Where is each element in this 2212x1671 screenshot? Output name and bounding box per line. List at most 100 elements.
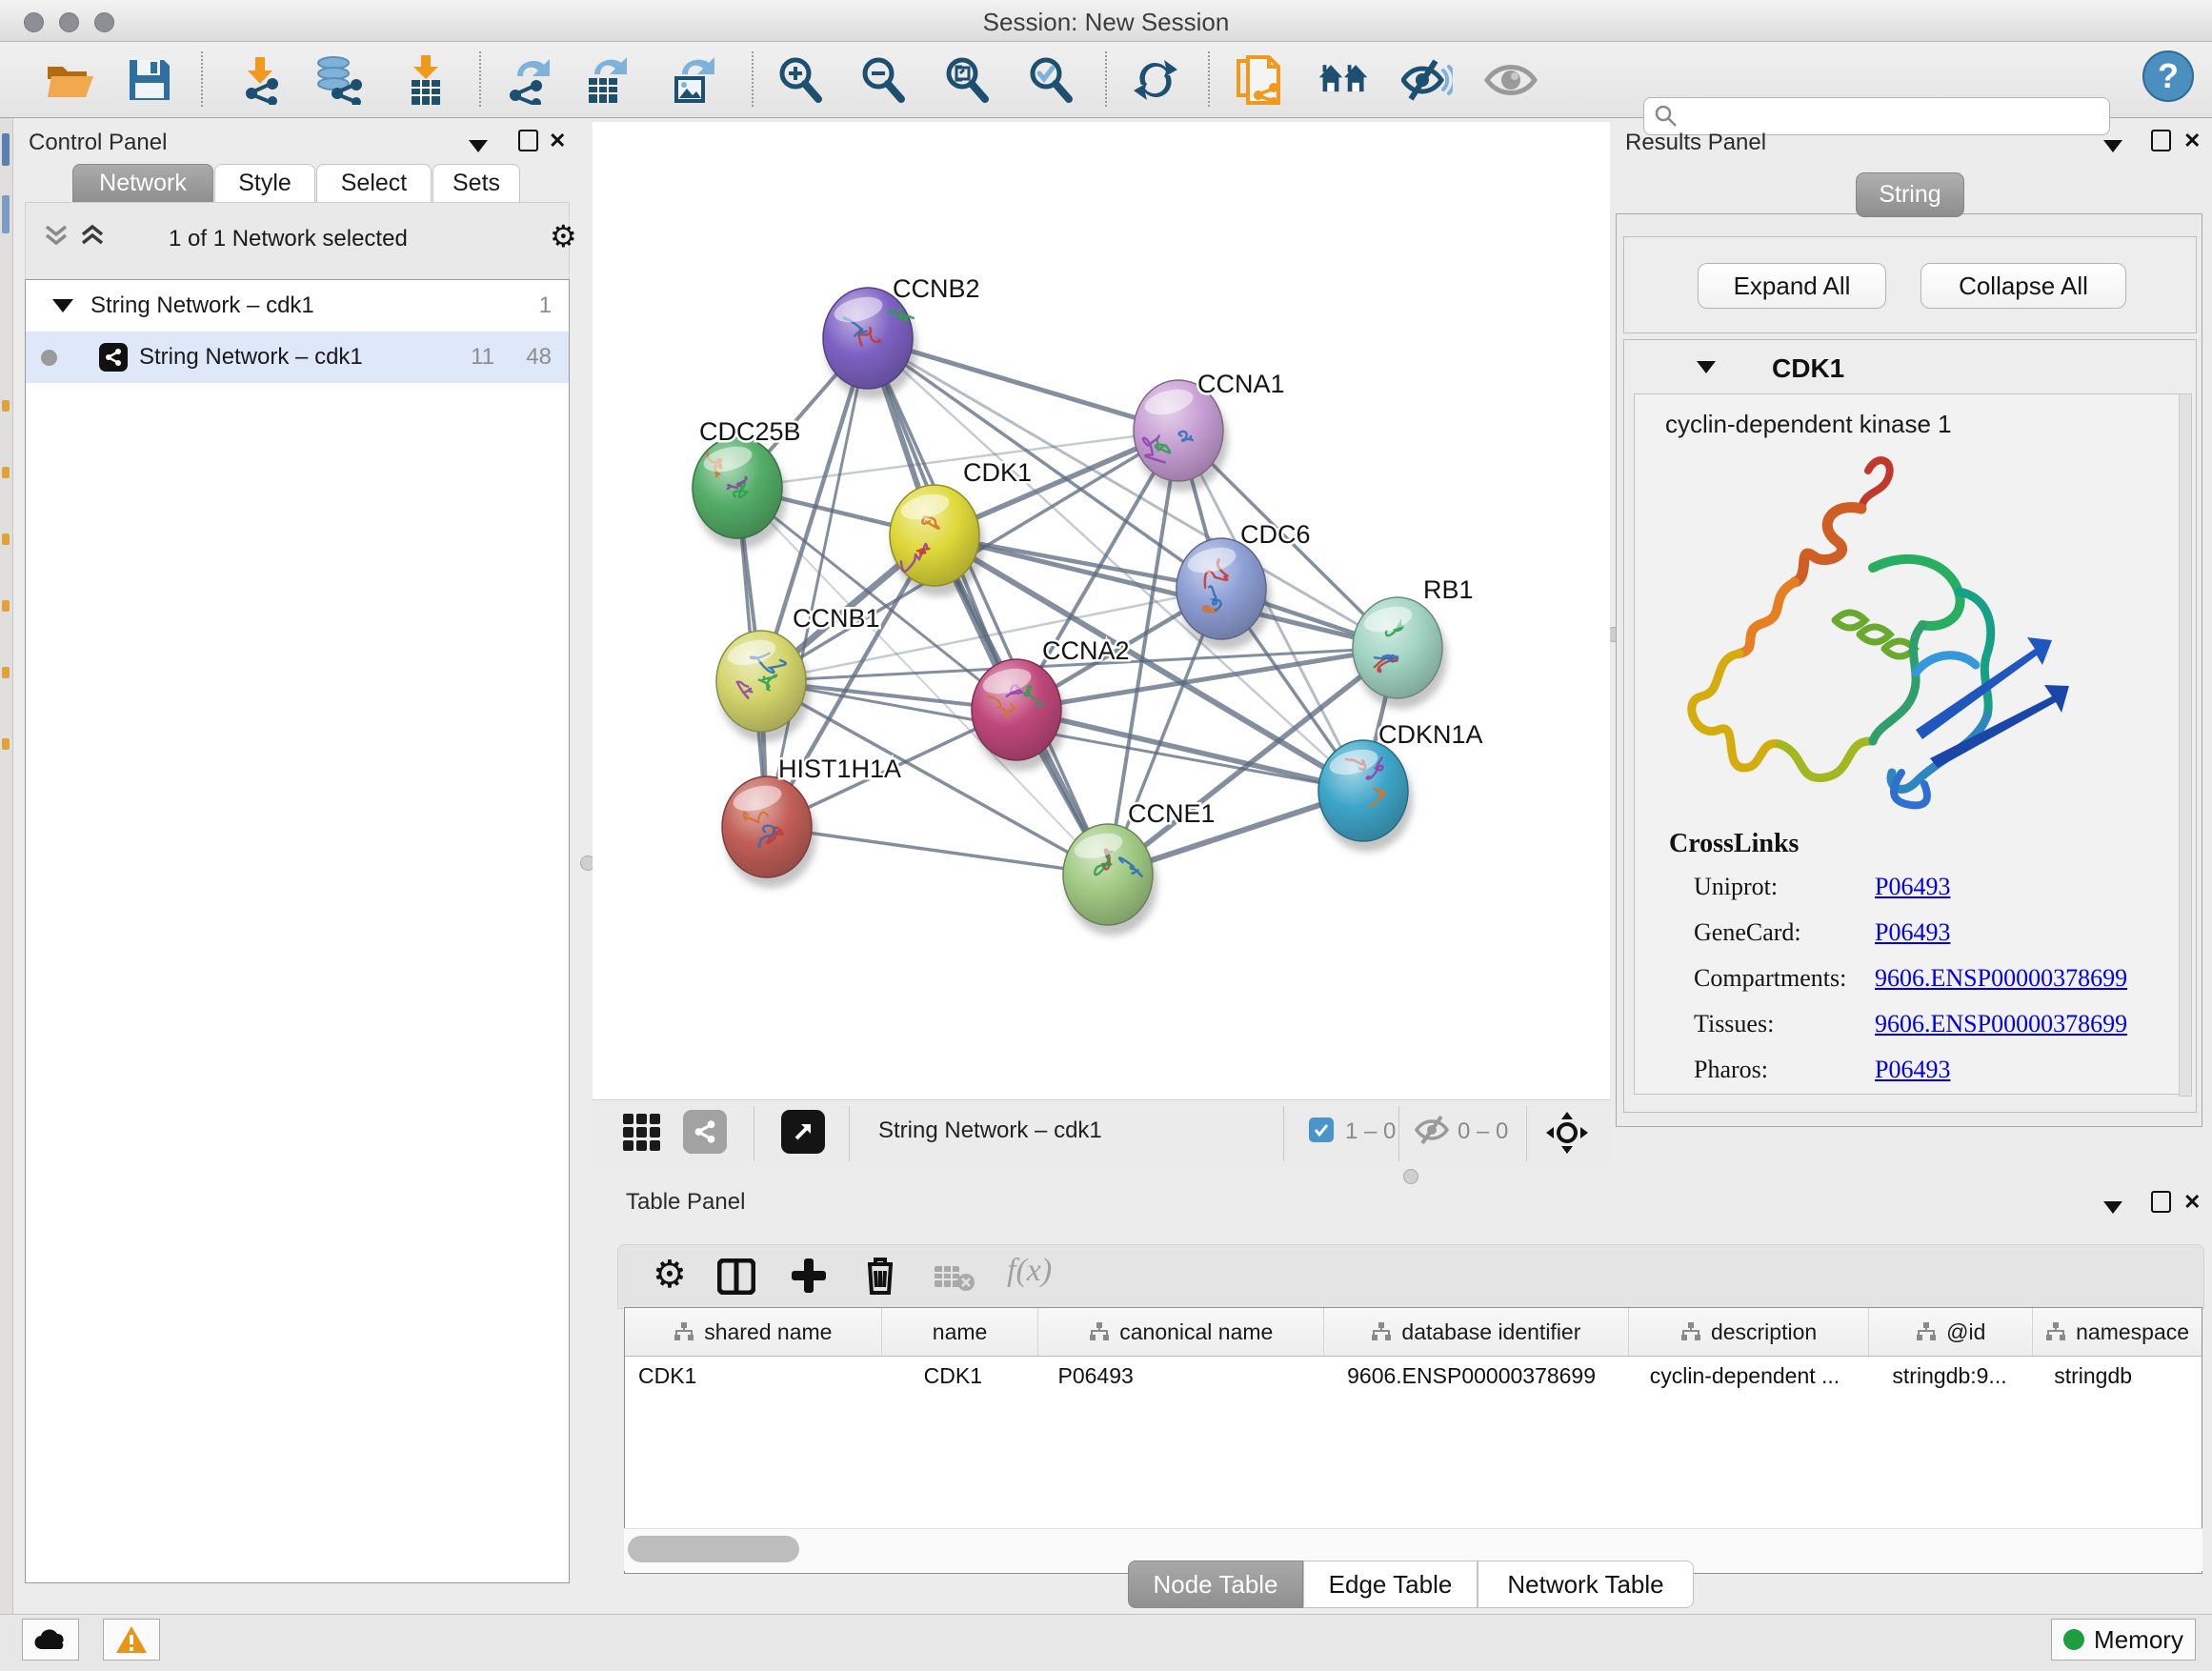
collection-expander-icon[interactable] — [52, 299, 73, 312]
tab-style[interactable]: Style — [214, 164, 315, 202]
svg-text:CCNA1: CCNA1 — [1197, 370, 1285, 398]
svg-text:RB1: RB1 — [1423, 575, 1474, 604]
zoom-fit-icon[interactable] — [940, 55, 994, 105]
column-header[interactable]: namespace — [2033, 1308, 2202, 1356]
svg-text:CCNB2: CCNB2 — [893, 274, 980, 303]
network-row-selected[interactable]: String Network – cdk1 11 48 — [26, 332, 569, 383]
expand-all-icon[interactable] — [79, 224, 106, 249]
column-header[interactable]: shared name — [625, 1308, 882, 1356]
zoom-in-icon[interactable] — [774, 55, 827, 105]
current-network-dot — [41, 350, 57, 366]
table-row[interactable]: CDK1 CDK1 P06493 9606.ENSP00000378699 cy… — [625, 1357, 2202, 1395]
tab-network-table[interactable]: Network Table — [1478, 1560, 1694, 1608]
close-panel-icon[interactable]: ✕ — [2183, 129, 2201, 153]
status-bar: Memory — [0, 1614, 2212, 1671]
eye-off-icon — [1414, 1114, 1452, 1151]
checkbox-icon[interactable] — [1309, 1117, 1334, 1142]
crosslink-value[interactable]: P06493 — [1875, 918, 1950, 947]
export-image-icon[interactable] — [666, 55, 719, 105]
trash-icon[interactable] — [862, 1255, 898, 1301]
shared-column-icon — [2045, 1322, 2066, 1341]
hidden-count: 0 – 0 — [1458, 1118, 1508, 1145]
crosslink-value[interactable]: 9606.ENSP00000378699 — [1875, 964, 2127, 993]
crosslinks-title: CrossLinks — [1669, 829, 1799, 859]
svg-text:CDC6: CDC6 — [1240, 520, 1311, 549]
crosslink-value[interactable]: 9606.ENSP00000378699 — [1875, 1010, 2127, 1038]
tab-sets[interactable]: Sets — [432, 164, 520, 202]
open-folder-icon[interactable] — [44, 55, 97, 105]
delete-table-icon[interactable] — [935, 1262, 976, 1298]
zoom-selected-icon[interactable] — [1024, 55, 1077, 105]
column-header[interactable]: name — [882, 1308, 1039, 1356]
zoom-out-icon[interactable] — [856, 55, 910, 105]
chevron-down-icon[interactable] — [2103, 1195, 2122, 1219]
svg-text:CCNE1: CCNE1 — [1128, 799, 1216, 828]
tab-string[interactable]: String — [1856, 172, 1964, 217]
gene-name: CDK1 — [1772, 353, 1844, 384]
collection-count: 1 — [539, 292, 552, 319]
tab-node-table[interactable]: Node Table — [1128, 1560, 1303, 1608]
import-table-icon[interactable] — [399, 55, 452, 105]
title-bar: Session: New Session — [0, 0, 2212, 42]
function-icon[interactable]: f(x) — [1007, 1253, 1052, 1289]
apply-layout-icon[interactable] — [1129, 55, 1182, 105]
collapse-all-button[interactable]: Collapse All — [1920, 263, 2126, 309]
gear-icon[interactable]: ⚙ — [550, 218, 577, 254]
import-network-database-icon[interactable] — [312, 55, 365, 105]
chevron-down-icon[interactable] — [469, 133, 488, 158]
shared-column-icon — [674, 1322, 694, 1341]
shared-column-icon — [1916, 1322, 1937, 1341]
column-header[interactable]: description — [1629, 1308, 1870, 1356]
share-icon[interactable] — [683, 1110, 727, 1154]
float-panel-icon[interactable] — [2151, 1191, 2171, 1218]
results-panel-title: Results Panel — [1625, 130, 1766, 156]
gear-icon[interactable]: ⚙ — [653, 1253, 687, 1297]
clone-network-icon[interactable] — [1234, 55, 1287, 105]
network-share-icon — [99, 343, 128, 372]
column-header[interactable]: database identifier — [1324, 1308, 1629, 1356]
split-view-icon[interactable] — [717, 1258, 755, 1299]
table-scrollbar-thumb[interactable] — [628, 1536, 799, 1562]
export-network-icon[interactable] — [502, 55, 555, 105]
bottom-divider-gripper[interactable] — [1403, 1169, 1418, 1184]
tab-network[interactable]: Network — [72, 164, 213, 202]
help-icon[interactable]: ? — [2142, 51, 2195, 101]
float-panel-icon[interactable] — [518, 130, 538, 157]
crosslink-label: Uniprot: — [1694, 873, 1778, 901]
chevron-down-icon[interactable] — [2103, 133, 2122, 158]
warning-button[interactable] — [103, 1619, 160, 1661]
houses-icon[interactable] — [1317, 55, 1371, 105]
memory-button[interactable]: Memory — [2051, 1619, 2196, 1661]
show-eye-icon[interactable] — [1484, 55, 1538, 105]
open-in-new-icon[interactable] — [781, 1110, 825, 1154]
export-table-icon[interactable] — [580, 55, 633, 105]
birdseye-icon[interactable] — [1545, 1111, 1589, 1159]
save-icon[interactable] — [123, 55, 176, 105]
shared-column-icon — [1371, 1322, 1392, 1341]
close-panel-icon[interactable]: ✕ — [549, 129, 566, 153]
results-scrollbar[interactable] — [2179, 393, 2192, 1097]
crosslink-value[interactable]: P06493 — [1875, 873, 1950, 901]
gene-section: CDK1 cyclin-dependent kinase 1 — [1623, 339, 2197, 1113]
column-header[interactable]: @id — [1869, 1308, 2033, 1356]
add-column-icon[interactable] — [790, 1257, 828, 1299]
network-canvas[interactable]: CCNB2CCNA1CDC25BCDK1CDC6RB1CCNB1CCNA2CDK… — [593, 122, 1610, 1099]
tab-edge-table[interactable]: Edge Table — [1303, 1560, 1478, 1608]
collapse-all-icon[interactable] — [43, 224, 70, 249]
network-collection-row[interactable]: String Network – cdk1 1 — [26, 280, 569, 332]
tab-select[interactable]: Select — [316, 164, 432, 202]
network-selected-status: 1 of 1 Network selected — [169, 226, 408, 252]
import-network-file-icon[interactable] — [232, 55, 286, 105]
close-panel-icon[interactable]: ✕ — [2183, 1190, 2201, 1215]
crosslink-label: Pharos: — [1694, 1056, 1768, 1084]
section-expander-icon[interactable] — [1697, 361, 1716, 378]
network-tree: String Network – cdk1 1 String Network –… — [25, 279, 570, 1583]
column-header[interactable]: canonical name — [1038, 1308, 1324, 1356]
grid-icon[interactable] — [621, 1112, 663, 1158]
main-toolbar: ? — [0, 42, 2212, 118]
crosslink-value[interactable]: P06493 — [1875, 1056, 1950, 1084]
float-panel-icon[interactable] — [2151, 130, 2171, 157]
cloud-button[interactable] — [22, 1619, 79, 1661]
expand-all-button[interactable]: Expand All — [1698, 263, 1886, 309]
hide-eye-icon[interactable] — [1400, 55, 1454, 105]
